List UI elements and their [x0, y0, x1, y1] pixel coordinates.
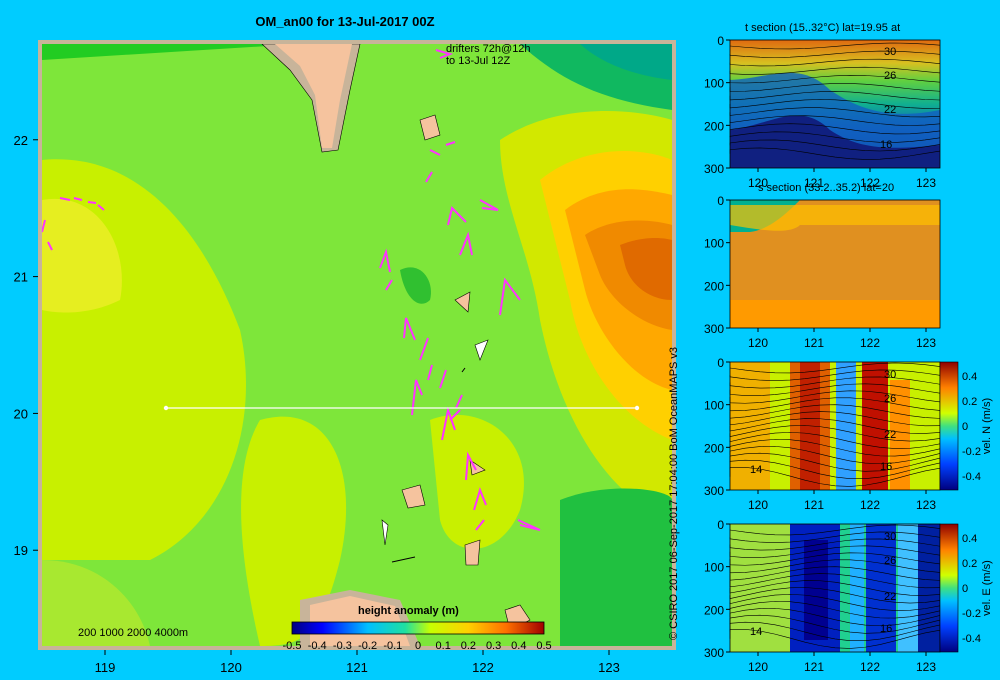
panel-y-tick-label: 200: [704, 279, 724, 293]
x-tick-label: 119: [95, 660, 116, 675]
panel-y-tick-label: 300: [704, 162, 724, 176]
panel-y-tick-label: 100: [704, 77, 724, 91]
colorbar-tick-label: -0.5: [283, 640, 302, 652]
contour-label: 30: [884, 531, 896, 543]
x-tick-label: 123: [598, 660, 620, 675]
contour-label: 14: [750, 626, 762, 638]
contour-label: 16: [880, 139, 892, 151]
vel-e-label: vel. E (m/s): [981, 560, 993, 616]
y-tick-label: 19: [14, 543, 28, 558]
panel-colorbar-tick: 0.4: [962, 533, 977, 545]
colorbar-tick-label: -0.2: [358, 640, 377, 652]
y-tick-label: 21: [14, 270, 28, 285]
contour-label: 14: [750, 464, 762, 476]
contour-label: 16: [880, 623, 892, 635]
panel-x-tick-label: 121: [804, 176, 824, 190]
colorbar-tick-label: 0.3: [486, 640, 501, 652]
drifter-note-line1: drifters 72h@12h: [446, 43, 531, 55]
panel-x-tick-label: 120: [748, 660, 768, 674]
main-figure: drifters 72h@12h to 13-Jul 12Z 200 1000 …: [14, 22, 993, 675]
panel-y-tick-label: 0: [717, 356, 724, 370]
panel-y-tick-label: 300: [704, 646, 724, 660]
panel-colorbar-tick: 0: [962, 421, 968, 433]
bathymetry-legend: 200 1000 2000 4000m: [78, 627, 188, 639]
contour-label: 22: [884, 104, 896, 116]
panel-x-tick-label: 122: [860, 498, 880, 512]
panel-colorbar-tick: -0.4: [962, 471, 981, 483]
panel-y-tick-label: 200: [704, 603, 724, 617]
contour-label: 26: [884, 393, 896, 405]
panel-colorbar-tick: 0.2: [962, 396, 977, 408]
panel-x-tick-label: 123: [916, 660, 936, 674]
panel-colorbar-tick: 0: [962, 583, 968, 595]
panel-x-tick-label: 122: [860, 176, 880, 190]
contour-label: 16: [880, 461, 892, 473]
x-tick-label: 122: [472, 660, 494, 675]
panel-x-tick-label: 120: [748, 498, 768, 512]
contour-label: 30: [884, 46, 896, 58]
panel-y-tick-label: 0: [717, 518, 724, 532]
panel-x-tick-label: 120: [748, 336, 768, 350]
panel-y-tick-label: 100: [704, 237, 724, 251]
panel-y-tick-label: 100: [704, 561, 724, 575]
panel-x-tick-label: 122: [860, 336, 880, 350]
height-anomaly-field: [42, 44, 672, 646]
contour-label: 30: [884, 369, 896, 381]
panel-x-tick-label: 123: [916, 336, 936, 350]
contour-label: 22: [884, 429, 896, 441]
colorbar-label: height anomaly (m): [358, 605, 459, 617]
panel-x-tick-label: 122: [860, 660, 880, 674]
colorbar-tick-label: -0.3: [333, 640, 352, 652]
panel-y-tick-label: 0: [717, 194, 724, 208]
s-section-panel: s section (33.2..35.2) lat=20: [729, 182, 941, 329]
contour-label: 26: [884, 555, 896, 567]
x-tick-label: 120: [220, 660, 242, 675]
drifter-note-line2: to 13-Jul 12Z: [446, 55, 510, 67]
panel-colorbar-tick: -0.2: [962, 446, 981, 458]
colorbar-tick-label: -0.1: [383, 640, 402, 652]
x-tick-label: 121: [346, 660, 368, 675]
panel-y-tick-label: 200: [704, 441, 724, 455]
colorbar-tick-label: 0: [415, 640, 421, 652]
colorbar-tick-label: -0.4: [308, 640, 327, 652]
panel-colorbar-tick: 0.4: [962, 371, 977, 383]
credit-text: © CSIRO 2017 06-Sep-2017 17:04:00 BoM Oc…: [668, 346, 680, 640]
vel-n-panel: 30 26 22 16 14 vel. N (m/s): [729, 361, 993, 491]
colorbar-tick-label: 0.4: [511, 640, 526, 652]
vel-e-panel: 30 26 22 16 14 vel. E (m/s): [729, 523, 993, 653]
panel-y-tick-label: 100: [704, 399, 724, 413]
vel-n-label: vel. N (m/s): [981, 398, 993, 454]
panel-x-tick-label: 123: [916, 498, 936, 512]
panel-y-tick-label: 0: [717, 34, 724, 48]
t-section-panel: t section (15..32°C) lat=19.95 at 30 26 22…: [729, 22, 941, 169]
colorbar-tick-label: 0.1: [436, 640, 451, 652]
panel-x-tick-label: 121: [804, 498, 824, 512]
y-tick-label: 22: [14, 133, 28, 148]
panel-colorbar-tick: 0.2: [962, 558, 977, 570]
colorbar-tick-label: 0.5: [536, 640, 551, 652]
panel-x-tick-label: 121: [804, 336, 824, 350]
panel-y-tick-label: 300: [704, 322, 724, 336]
panel-colorbar-tick: -0.4: [962, 633, 981, 645]
panel-x-tick-label: 120: [748, 176, 768, 190]
panel-x-tick-label: 121: [804, 660, 824, 674]
t-section-title: t section (15..32°C) lat=19.95 at: [745, 22, 900, 34]
panel-y-tick-label: 300: [704, 484, 724, 498]
section-panels: t section (15..32°C) lat=19.95 at 30 26 22…: [704, 22, 993, 674]
panel-x-tick-label: 123: [916, 176, 936, 190]
colorbar-tick-label: 0.2: [461, 640, 476, 652]
panel-colorbar-tick: -0.2: [962, 608, 981, 620]
y-tick-label: 20: [14, 406, 28, 421]
contour-label: 26: [884, 70, 896, 82]
panel-y-tick-label: 200: [704, 119, 724, 133]
contour-label: 22: [884, 591, 896, 603]
